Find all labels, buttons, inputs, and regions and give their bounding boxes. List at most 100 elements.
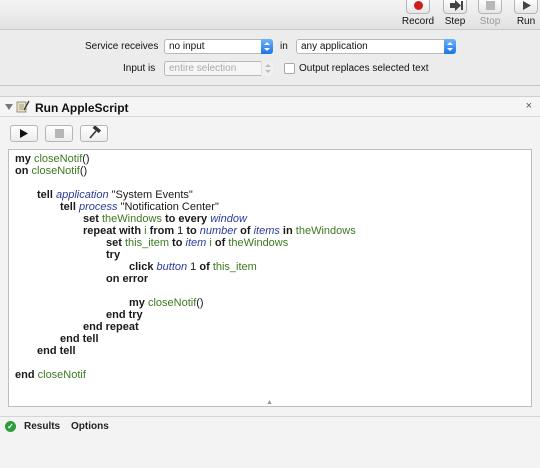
- run-applescript-action: Run AppleScript × my closeNotif() on clos…: [0, 96, 540, 468]
- application-select[interactable]: any application: [296, 39, 456, 54]
- code-token: (): [196, 297, 204, 309]
- tab-options[interactable]: Options: [71, 421, 109, 432]
- application-value: any application: [301, 41, 368, 52]
- stop-icon: [478, 0, 502, 14]
- code-token: closeNotif: [31, 165, 80, 177]
- record-icon: [406, 0, 430, 14]
- run-label: Run: [516, 16, 536, 27]
- input-type-select[interactable]: no input: [164, 39, 273, 54]
- step-label: Step: [444, 16, 466, 27]
- code-line: end closeNotif: [15, 369, 86, 381]
- input-is-select[interactable]: entire selection: [164, 61, 273, 76]
- code-token: in: [279, 225, 293, 237]
- code-line: end repeat: [83, 321, 139, 333]
- chevron-updown-icon: [261, 39, 273, 54]
- action-footer: ✓ Results Options: [0, 416, 540, 436]
- close-icon[interactable]: ×: [526, 100, 532, 112]
- code-token: of: [211, 237, 226, 249]
- step-button[interactable]: Step: [435, 0, 475, 30]
- code-token: my: [129, 297, 145, 309]
- code-token: button: [156, 261, 188, 273]
- applescript-script-icon: [16, 100, 30, 113]
- chevron-updown-icon: [261, 61, 273, 76]
- output-replaces-checkbox[interactable]: [284, 63, 295, 74]
- code-token: closeNotif: [147, 297, 197, 309]
- code-token: from: [146, 225, 175, 237]
- code-token: 1: [174, 225, 187, 237]
- window-toolbar: Record Step Stop Run: [0, 0, 540, 30]
- code-line: my closeNotif(): [15, 153, 90, 165]
- code-line: end try: [106, 309, 143, 321]
- code-token: set: [83, 213, 99, 225]
- code-token: (): [82, 153, 90, 165]
- code-token: try: [106, 249, 121, 261]
- code-token: "System Events": [108, 189, 193, 201]
- action-header: Run AppleScript ×: [0, 97, 540, 117]
- code-token: window: [210, 213, 247, 225]
- action-title: Run AppleScript: [35, 101, 129, 115]
- code-token: theWindows: [101, 213, 162, 225]
- stop-button[interactable]: Stop: [470, 0, 510, 30]
- code-token: end: [15, 369, 35, 381]
- code-token: closeNotif: [37, 369, 86, 381]
- code-line: my closeNotif(): [129, 297, 204, 309]
- code-token: end tell: [37, 345, 76, 357]
- code-token: end repeat: [83, 321, 139, 333]
- step-icon: [443, 0, 467, 14]
- code-token: this_item: [212, 261, 257, 273]
- code-token: 1: [187, 261, 200, 273]
- checkmark-icon: ✓: [5, 421, 16, 432]
- code-line: on error: [106, 273, 148, 285]
- code-line: set this_item to item i of theWindows: [106, 237, 288, 249]
- play-icon: [20, 129, 28, 138]
- code-token: tell: [37, 189, 53, 201]
- code-token: "Notification Center": [117, 201, 219, 213]
- service-receives-label: Service receives: [85, 41, 159, 52]
- code-token: end tell: [60, 333, 99, 345]
- resize-handle-icon[interactable]: ▲: [266, 399, 273, 406]
- code-line: end tell: [37, 345, 76, 357]
- code-token: item: [185, 237, 207, 249]
- code-token: process: [78, 201, 118, 213]
- code-token: of: [237, 225, 251, 237]
- hammer-icon: [89, 125, 102, 139]
- run-icon: [514, 0, 538, 14]
- stop-script-button[interactable]: [45, 125, 73, 142]
- code-token: application: [55, 189, 109, 201]
- code-line: try: [106, 249, 120, 261]
- code-token: to every: [161, 213, 208, 225]
- code-token: theWindows: [228, 237, 289, 249]
- script-editor[interactable]: my closeNotif() on closeNotif() tell appli…: [8, 149, 532, 407]
- code-token: to: [186, 225, 197, 237]
- code-token: repeat with: [83, 225, 142, 237]
- stop-label: Stop: [479, 16, 501, 27]
- code-line: tell application "System Events": [37, 189, 193, 201]
- code-token: end try: [106, 309, 143, 321]
- input-is-label: Input is: [123, 63, 156, 74]
- empty-workflow-area: [0, 436, 540, 468]
- record-button[interactable]: Record: [398, 0, 438, 30]
- code-token: items: [253, 225, 280, 237]
- code-token: (): [79, 165, 88, 177]
- code-token: theWindows: [295, 225, 356, 237]
- code-line: end tell: [60, 333, 99, 345]
- code-token: tell: [60, 201, 76, 213]
- run-script-button[interactable]: [10, 125, 38, 142]
- tab-results[interactable]: Results: [24, 421, 60, 432]
- run-button[interactable]: Run: [506, 0, 540, 30]
- code-token: on error: [106, 273, 149, 285]
- code-token: set: [106, 237, 122, 249]
- code-token: click: [129, 261, 154, 273]
- code-token: closeNotif: [33, 153, 83, 165]
- output-replaces-label: Output replaces selected text: [299, 63, 429, 74]
- code-token: on: [15, 165, 29, 177]
- compile-script-button[interactable]: [80, 125, 108, 142]
- code-token: my: [15, 153, 31, 165]
- code-line: on closeNotif(): [15, 165, 87, 177]
- record-label: Record: [401, 16, 435, 27]
- code-token: number: [199, 225, 238, 237]
- disclosure-triangle-icon[interactable]: [5, 104, 13, 110]
- code-line: tell process "Notification Center": [60, 201, 219, 213]
- code-line: set theWindows to every window: [83, 213, 247, 225]
- service-settings: Service receives no input in any applica…: [0, 31, 540, 86]
